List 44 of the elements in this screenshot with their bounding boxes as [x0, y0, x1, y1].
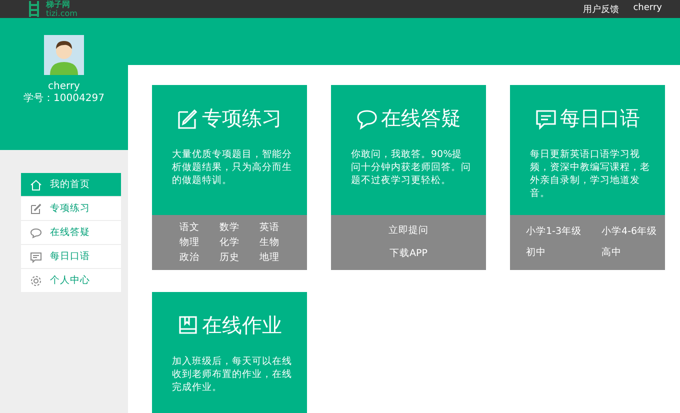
book-icon	[177, 314, 199, 336]
subject-link[interactable]: 高中	[602, 244, 658, 262]
gear-icon	[30, 274, 42, 286]
subject-link[interactable]: 初中	[526, 244, 582, 262]
header-link[interactable]: 用户反馈	[583, 2, 620, 16]
user-name: cherry	[48, 81, 80, 93]
chat-icon	[356, 108, 378, 130]
subject-link[interactable]: 地理	[260, 252, 280, 264]
header-link[interactable]: cherry	[633, 2, 662, 16]
subject-link[interactable]: 立即提问	[388, 221, 428, 241]
subject-link[interactable]: 政治	[180, 252, 200, 264]
pencil-icon	[177, 108, 199, 130]
student-id: 学号：10004297	[24, 93, 104, 105]
logo-domain: tizi.com	[46, 9, 78, 18]
card-description: 加入班级后，每天可以在线收到老师布置的作业，在线完成作业。	[172, 355, 293, 394]
message-icon	[30, 250, 42, 262]
home-icon	[30, 178, 42, 190]
card-title: 每日口语	[560, 105, 640, 132]
card-title: 在线答疑	[381, 105, 461, 132]
pencil-icon	[30, 202, 42, 214]
logo-title: 梯子网	[46, 0, 71, 9]
sidebar-item[interactable]: 每日口语	[21, 245, 121, 269]
card-title: 在线作业	[202, 312, 282, 339]
subject-link[interactable]: 小学1-3年级	[526, 223, 582, 241]
message-icon	[535, 108, 557, 130]
sidebar-item[interactable]: 我的首页	[21, 173, 121, 197]
card-description: 你敢问，我敢答。90%提问十分钟内获老师回答。问题不过夜学习更轻松。	[351, 148, 472, 187]
subject-link[interactable]: 小学4-6年级	[602, 223, 658, 241]
card-description: 大量优质专项题目，智能分析做题结果，只为高分而生的做题特训。	[172, 148, 293, 187]
subject-link[interactable]: 数学	[220, 222, 240, 234]
subject-link[interactable]: 化学	[220, 236, 240, 248]
sidebar-item[interactable]: 个人中心	[21, 269, 121, 293]
card-title: 专项练习	[202, 105, 282, 132]
card-description: 每日更新英语口语学习视频，资深中教编写课程，老外亲自录制，学习地道发音。	[530, 148, 651, 200]
subject-link[interactable]: 物理	[180, 236, 200, 248]
avatar-icon	[44, 35, 84, 75]
subject-link[interactable]: 生物	[260, 236, 280, 248]
chat-icon	[30, 226, 42, 238]
subject-link[interactable]: 语文	[180, 222, 200, 234]
subject-link[interactable]: 下载APP	[388, 244, 428, 264]
sidebar-item[interactable]: 在线答疑	[21, 221, 121, 245]
subject-link[interactable]: 历史	[220, 252, 240, 264]
sidebar-item[interactable]: 专项练习	[21, 197, 121, 221]
subject-link[interactable]: 英语	[260, 222, 280, 234]
